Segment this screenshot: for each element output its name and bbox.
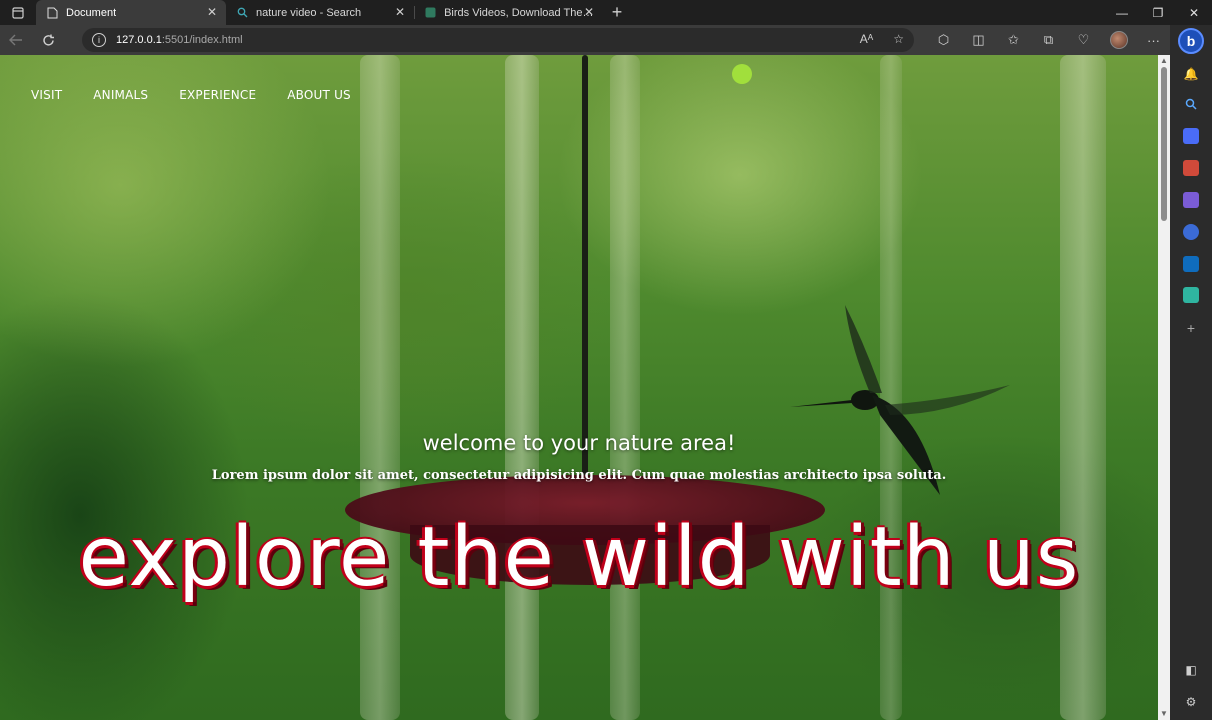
scroll-thumb[interactable]	[1161, 67, 1167, 221]
microsoft-365-icon[interactable]	[1183, 224, 1199, 240]
url-host: 127.0.0.1	[116, 34, 162, 46]
browser-essentials-button[interactable]: ♡	[1066, 25, 1101, 55]
welcome-heading: welcome to your nature area!	[422, 431, 736, 455]
browser-toolbar: i 127.0.0.1:5501/index.html Aᴬ ☆ ⬡ ◫ ✩ ⧉…	[0, 25, 1212, 55]
extensions-button[interactable]: ⬡	[926, 25, 961, 55]
search-icon	[236, 7, 248, 19]
hero-headline: explore the wild with us	[78, 510, 1080, 605]
refresh-button[interactable]	[32, 25, 64, 55]
close-tab-icon[interactable]: ✕	[394, 6, 406, 18]
tree-trunk	[1060, 55, 1106, 720]
collections-icon: ⧉	[1043, 32, 1054, 47]
page-icon	[46, 7, 58, 19]
nav-link-animals[interactable]: ANIMALS	[93, 88, 148, 102]
intro-paragraph: Lorem ipsum dolor sit amet, consectetur …	[211, 468, 947, 483]
close-icon: ✕	[1188, 5, 1200, 20]
tree-trunk	[610, 55, 640, 720]
read-aloud-icon[interactable]: Aᴬ	[860, 32, 873, 46]
more-icon: ···	[1147, 32, 1160, 48]
feeder-hook	[582, 55, 588, 475]
tab-title: Document	[66, 6, 117, 19]
minimize-button[interactable]: —	[1104, 0, 1140, 25]
drop-icon[interactable]	[1183, 287, 1199, 303]
bing-copilot-button[interactable]: b	[1178, 28, 1204, 54]
arrow-left-icon	[9, 34, 22, 46]
tree-trunk	[505, 55, 539, 720]
omnibox-actions: Aᴬ ☆	[860, 32, 904, 46]
site-info-icon[interactable]: i	[92, 33, 106, 47]
tree-trunk	[360, 55, 400, 720]
nav-link-about-us[interactable]: ABOUT US	[287, 88, 351, 102]
tab-actions-icon	[12, 6, 24, 19]
address-bar[interactable]: i 127.0.0.1:5501/index.html Aᴬ ☆	[82, 28, 914, 52]
restore-icon: ❐	[1152, 5, 1164, 20]
bing-icon: b	[1186, 33, 1196, 49]
outlook-icon[interactable]	[1183, 256, 1199, 272]
nav-link-visit[interactable]: VISIT	[31, 88, 62, 102]
sidebar-settings-gear-icon[interactable]: ⚙	[1183, 694, 1199, 710]
hummingbird-image	[790, 305, 1010, 495]
site-icon	[425, 7, 436, 19]
window-controls: — ❐ ✕	[1104, 0, 1212, 25]
avatar	[1109, 31, 1128, 49]
plus-icon: +	[611, 2, 623, 22]
tab-actions-button[interactable]	[0, 0, 36, 25]
tab-document[interactable]: Document ✕	[36, 0, 226, 25]
games-icon[interactable]	[1183, 192, 1199, 208]
restore-button[interactable]: ❐	[1140, 0, 1176, 25]
tools-briefcase-icon[interactable]	[1183, 160, 1199, 176]
notification-bell-icon[interactable]: 🔔	[1183, 66, 1199, 82]
minimize-icon: —	[1116, 5, 1128, 20]
scroll-down-arrow-icon[interactable]: ▼	[1160, 710, 1168, 718]
url-path: :5501/index.html	[161, 34, 243, 46]
toolbar-extensions: ⬡ ◫ ✩ ⧉ ♡ ···	[926, 25, 1171, 55]
scroll-up-arrow-icon[interactable]: ▲	[1160, 57, 1168, 65]
profile-button[interactable]	[1101, 25, 1136, 55]
close-tab-icon[interactable]: ✕	[583, 6, 595, 18]
new-tab-button[interactable]: +	[603, 0, 631, 25]
site-nav: VISIT ANIMALS EXPERIENCE ABOUT US	[31, 88, 351, 102]
nav-link-experience[interactable]: EXPERIENCE	[179, 88, 256, 102]
heart-pulse-icon: ♡	[1077, 32, 1090, 47]
tab-birds-videos[interactable]: Birds Videos, Download The BES ✕	[415, 0, 603, 25]
collections-button[interactable]: ⧉	[1031, 25, 1066, 55]
tab-nature-video-search[interactable]: nature video - Search ✕	[226, 0, 414, 25]
refresh-icon	[42, 34, 54, 46]
tab-title: Birds Videos, Download The BES	[444, 6, 595, 19]
cursor-highlight	[732, 64, 752, 84]
back-button[interactable]	[0, 25, 32, 55]
close-window-button[interactable]: ✕	[1176, 0, 1212, 25]
close-tab-icon[interactable]: ✕	[206, 6, 218, 18]
add-sidebar-app-icon[interactable]: +	[1183, 320, 1199, 336]
favorite-star-icon[interactable]: ☆	[893, 32, 904, 46]
favorites-icon: ✩	[1008, 32, 1019, 47]
search-sidebar-icon[interactable]	[1183, 96, 1199, 112]
hide-sidebar-icon[interactable]: ◧	[1183, 662, 1199, 678]
page-viewport: VISIT ANIMALS EXPERIENCE ABOUT US welcom…	[0, 55, 1170, 720]
tab-strip: Document ✕ nature video - Search ✕ Birds…	[0, 0, 1212, 25]
favorites-button[interactable]: ✩	[996, 25, 1031, 55]
page-scrollbar[interactable]: ▲ ▼	[1158, 55, 1170, 720]
puzzle-icon: ⬡	[937, 32, 950, 47]
settings-more-button[interactable]: ···	[1136, 25, 1171, 55]
hero-video-background	[0, 55, 1158, 720]
split-screen-button[interactable]: ◫	[961, 25, 996, 55]
tab-title: nature video - Search	[256, 6, 362, 19]
split-screen-icon: ◫	[972, 32, 985, 47]
shopping-tag-icon[interactable]	[1183, 128, 1199, 144]
edge-sidebar: b 🔔 + ◧ ⚙	[1170, 25, 1212, 720]
